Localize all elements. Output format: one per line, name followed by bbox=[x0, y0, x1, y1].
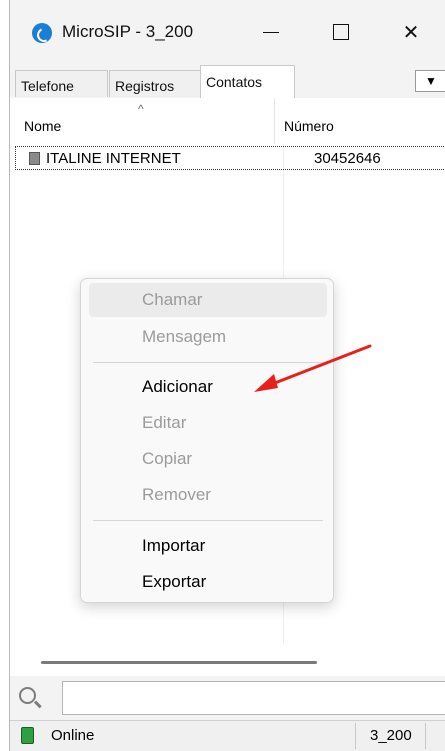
minimize-icon bbox=[263, 31, 279, 33]
microsip-logo-icon bbox=[32, 23, 52, 43]
menu-item-editar[interactable]: Editar bbox=[89, 406, 327, 440]
status-divider bbox=[425, 723, 426, 749]
title-bar[interactable]: MicroSIP - 3_200 ✕ bbox=[10, 0, 445, 62]
scrollbar-thumb[interactable] bbox=[41, 661, 317, 664]
arrow-head bbox=[254, 374, 278, 392]
menu-item-copiar[interactable]: Copiar bbox=[89, 442, 327, 476]
tab-bar: Telefone Registros Contatos ▼ bbox=[10, 62, 445, 99]
minimize-button[interactable] bbox=[246, 12, 296, 52]
window-title: MicroSIP - 3_200 bbox=[62, 22, 194, 41]
chevron-down-icon: ▼ bbox=[425, 74, 437, 88]
maximize-icon bbox=[333, 24, 349, 40]
contact-row[interactable]: ITALINE INTERNET 30452646 bbox=[15, 146, 445, 170]
account-label: 3_200 bbox=[370, 727, 412, 744]
sort-ascending-icon: ^ bbox=[138, 102, 144, 116]
maximize-button[interactable] bbox=[316, 12, 366, 52]
close-icon: ✕ bbox=[402, 21, 420, 44]
column-header-numero[interactable]: Número bbox=[284, 118, 334, 134]
menu-item-remover[interactable]: Remover bbox=[89, 478, 327, 512]
menu-item-exportar[interactable]: Exportar bbox=[89, 565, 327, 599]
menu-separator bbox=[93, 520, 323, 521]
arrow-shaft bbox=[260, 344, 372, 390]
phone-icon bbox=[29, 152, 40, 165]
tab-telefone[interactable]: Telefone bbox=[15, 70, 108, 97]
status-divider bbox=[355, 723, 356, 749]
tab-registros[interactable]: Registros bbox=[109, 70, 201, 97]
context-menu: Chamar Mensagem Adicionar Editar Copiar … bbox=[80, 278, 334, 603]
search-icon bbox=[19, 687, 36, 704]
search-bar bbox=[10, 676, 445, 720]
tab-menu-button[interactable]: ▼ bbox=[415, 70, 445, 92]
search-input[interactable] bbox=[62, 681, 445, 715]
menu-item-chamar[interactable]: Chamar bbox=[89, 283, 327, 317]
contact-name: ITALINE INTERNET bbox=[46, 150, 181, 167]
column-divider[interactable] bbox=[274, 98, 275, 144]
annotation-arrow bbox=[254, 344, 372, 392]
contact-number: 30452646 bbox=[314, 150, 381, 167]
online-status-icon bbox=[21, 727, 34, 744]
close-button[interactable]: ✕ bbox=[386, 12, 436, 52]
tab-contatos[interactable]: Contatos bbox=[200, 65, 295, 99]
status-bar: Online 3_200 bbox=[10, 720, 445, 751]
column-header-nome[interactable]: Nome bbox=[24, 118, 61, 134]
list-header: ^ Nome Número bbox=[10, 98, 445, 144]
menu-item-importar[interactable]: Importar bbox=[89, 529, 327, 563]
status-text: Online bbox=[51, 727, 95, 744]
